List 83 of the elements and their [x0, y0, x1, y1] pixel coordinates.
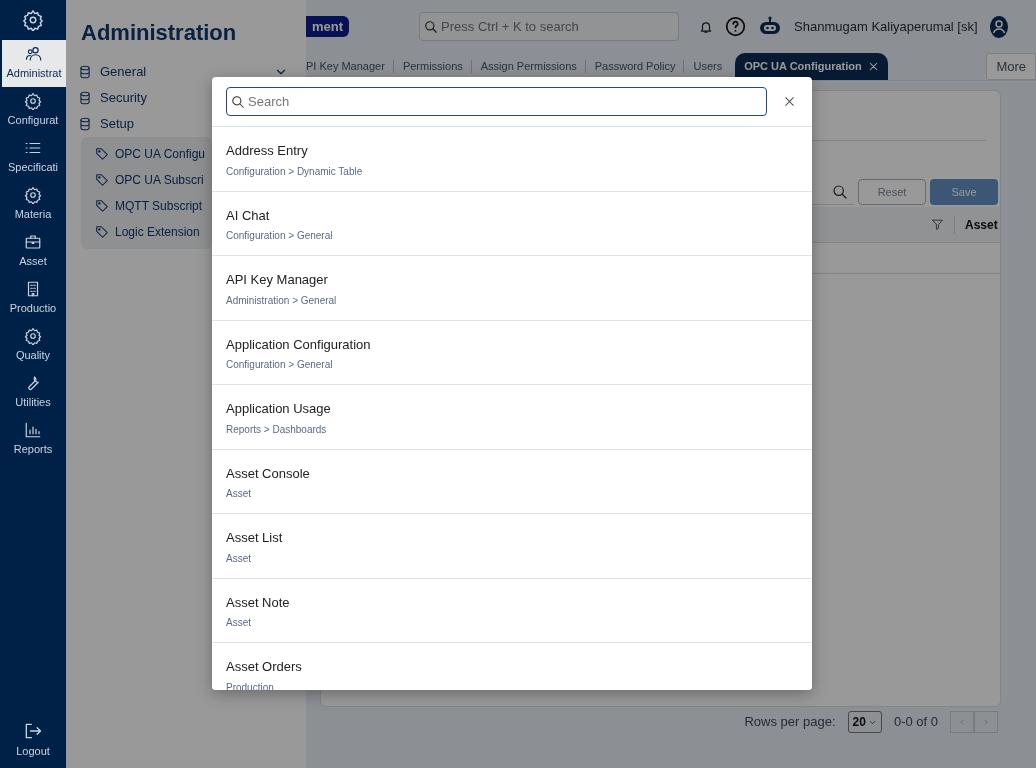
- result-path: Reports > Dashboards: [226, 422, 327, 437]
- environment-badge: ment: [306, 15, 350, 38]
- chevron-right-icon: [982, 718, 990, 726]
- tab[interactable]: Password Policy: [585, 53, 685, 80]
- tag-icon: [95, 147, 109, 161]
- nav-item[interactable]: Configurat: [0, 87, 66, 134]
- submenu-item[interactable]: Logic Extension: [95, 219, 200, 245]
- database-icon: [78, 91, 92, 105]
- nav-item[interactable]: Asset: [0, 228, 66, 275]
- search-result[interactable]: AI Chat Configuration > General: [212, 191, 812, 256]
- result-path: Asset: [226, 551, 251, 566]
- result-path: Production: [226, 680, 274, 690]
- result-title: Asset Console: [226, 464, 310, 483]
- result-title: Application Usage: [226, 400, 331, 418]
- nav-item[interactable]: Materia: [0, 181, 66, 228]
- tag-icon: [95, 173, 109, 187]
- nav-item[interactable]: Specificati: [0, 134, 66, 181]
- result-path: Configuration > General: [226, 358, 333, 372]
- result-title: Application Configuration: [226, 335, 371, 354]
- result-path: Administration > General: [226, 293, 337, 308]
- result-title: Asset List: [226, 529, 283, 547]
- tab[interactable]: Users: [684, 53, 732, 80]
- database-icon: [78, 65, 92, 79]
- result-title: AI Chat: [226, 206, 270, 225]
- close-icon: [783, 95, 796, 108]
- panel-title: Administration: [81, 19, 238, 47]
- search-result[interactable]: Address Entry Configuration > Dynamic Table: [212, 127, 812, 192]
- result-title: Asset Orders: [226, 658, 302, 676]
- nav-item[interactable]: Quality: [0, 322, 66, 369]
- user-name: Shanmugam Kaliyaperumal [sk]: [794, 17, 978, 36]
- gear-icon: [24, 327, 42, 346]
- tag-icon: [95, 225, 109, 239]
- page-range: 0-0 of 0: [893, 713, 938, 732]
- nav-item[interactable]: Reports: [0, 416, 66, 463]
- search-result[interactable]: API Key Manager Administration > General: [212, 256, 812, 321]
- submenu-item[interactable]: OPC UA Configu: [95, 141, 206, 167]
- bell-icon[interactable]: [699, 19, 714, 34]
- result-path: Configuration > Dynamic Table: [226, 164, 363, 179]
- people-icon: [25, 45, 43, 64]
- tab[interactable]: Assign Permissions: [471, 53, 586, 80]
- tab[interactable]: Permissions: [393, 53, 472, 80]
- nav-item[interactable]: Productio: [0, 275, 66, 322]
- rows-per-page-select[interactable]: 20: [847, 711, 882, 733]
- search-result[interactable]: Asset List Asset: [212, 514, 812, 579]
- search-result[interactable]: Application Configuration Configuration > General: [212, 320, 812, 385]
- search-result[interactable]: Asset Orders Production: [212, 643, 812, 690]
- menu-group[interactable]: General: [76, 59, 296, 85]
- global-search-field[interactable]: Press Ctrl + K to search: [419, 12, 680, 41]
- tab[interactable]: OPC UA Configuration: [735, 53, 888, 80]
- tag-icon: [95, 199, 109, 213]
- result-title: Address Entry: [226, 142, 308, 160]
- search-result[interactable]: Application Usage Reports > Dashboards: [212, 385, 812, 450]
- gear-logo-icon: [22, 9, 44, 31]
- search-result[interactable]: Asset Note Asset: [212, 578, 812, 643]
- column-header: Asset: [954, 215, 1000, 234]
- logout-button[interactable]: Logout: [0, 717, 66, 764]
- submenu-item[interactable]: OPC UA Subscri: [95, 167, 204, 193]
- submenu-item[interactable]: MQTT Subscript: [95, 193, 203, 219]
- database-icon: [78, 117, 92, 131]
- search-field[interactable]: Search: [226, 87, 767, 116]
- search-icon: [424, 20, 439, 34]
- gear-icon: [24, 92, 42, 111]
- result-path: Configuration > General: [226, 229, 333, 243]
- gear-icon: [24, 186, 42, 205]
- rows-per-page-label: Rows per page:: [744, 713, 836, 732]
- close-icon: [867, 61, 879, 72]
- bar-chart-icon: [24, 421, 42, 440]
- briefcase-icon: [24, 233, 42, 252]
- result-path: Asset: [226, 616, 251, 630]
- search-result[interactable]: Asset Console Asset: [212, 449, 812, 514]
- result-title: API Key Manager: [226, 271, 328, 289]
- search-icon: [832, 183, 848, 200]
- nav-item[interactable]: Administrat: [2, 40, 66, 87]
- nav-item[interactable]: Utilities: [0, 369, 66, 416]
- tab[interactable]: PI Key Manager: [306, 53, 394, 80]
- more-button[interactable]: More: [986, 53, 1036, 80]
- chevron-left-icon: [958, 718, 966, 726]
- help-icon[interactable]: [725, 16, 747, 37]
- result-title: Asset Note: [226, 593, 290, 612]
- user-avatar-icon[interactable]: [989, 15, 1008, 38]
- filter-icon: [931, 218, 944, 231]
- result-path: Asset: [226, 487, 251, 501]
- search-icon: [231, 95, 245, 109]
